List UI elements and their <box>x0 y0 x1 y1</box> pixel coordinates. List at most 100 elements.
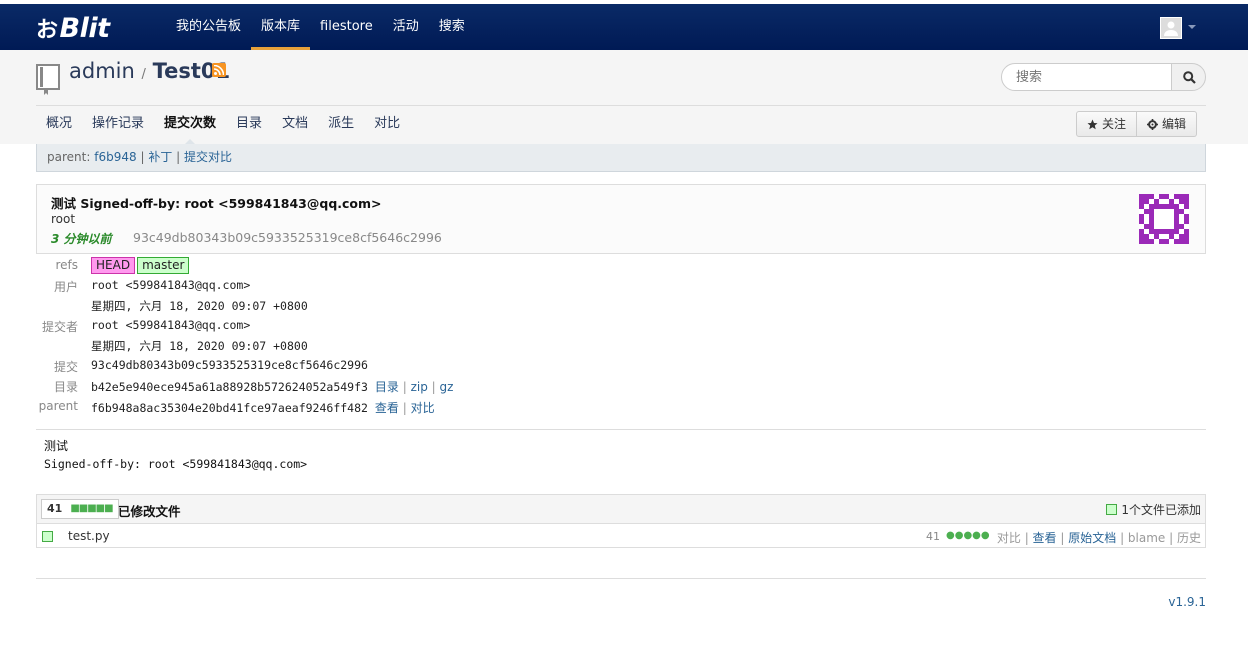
tree-value: b42e5e940ece945a61a88928b572624052a549f3… <box>91 380 454 394</box>
main-nav: 我的公告板 版本库 filestore 活动 搜索 <box>166 4 475 50</box>
tab-commits[interactable]: 提交次数 <box>154 110 226 145</box>
tab-docs[interactable]: 文档 <box>272 110 318 140</box>
file-lines-count: 41 <box>926 530 940 543</box>
watch-button[interactable]: 关注 <box>1076 111 1138 137</box>
files-added-text: 1个文件已添加 <box>1121 503 1201 517</box>
commit-header: 测试 Signed-off-by: root <599841843@qq.com… <box>36 184 1206 254</box>
tab-forks[interactable]: 派生 <box>318 110 364 140</box>
file-diffstat: 41 ●●●●● <box>926 530 990 543</box>
file-name-link[interactable]: test.py <box>68 529 110 543</box>
user-avatar[interactable] <box>1160 17 1182 39</box>
parent-compare-link[interactable]: 对比 <box>411 401 435 415</box>
repo-header: admin / Test01 概况 操作记录 提交次数 目录 文档 派生 对比 … <box>0 50 1248 145</box>
commit-label: 提交 <box>53 360 78 374</box>
file-diff-link[interactable]: 对比 <box>997 531 1021 545</box>
added-file-icon <box>42 531 53 542</box>
ref-badge-head[interactable]: HEAD <box>91 257 136 274</box>
parent-bar: parent: f6b948 | 补丁 | 提交对比 <box>36 144 1206 172</box>
commit-full-message: 测试 Signed-off-by: root <599841843@qq.com… <box>44 437 307 473</box>
search-input[interactable] <box>1001 63 1172 91</box>
watch-label: 关注 <box>1102 117 1127 131</box>
author-label: 用户 <box>53 280 78 294</box>
changed-files-panel: 41 ■■■■■ 已修改文件 1个文件已添加 test.py 41 ●●●●● … <box>36 494 1206 548</box>
changed-files-title: 已修改文件 <box>118 504 181 519</box>
author-identicon-avatar <box>1139 194 1189 244</box>
gz-link[interactable]: gz <box>440 380 454 394</box>
tree-label: 目录 <box>53 380 78 394</box>
gitblit-logo[interactable]: おBlit <box>36 12 110 44</box>
commit-message-title: 测试 <box>44 439 69 453</box>
repo-actions: 关注 编辑 <box>1076 111 1198 137</box>
footer-divider <box>36 578 1206 579</box>
star-icon <box>1087 119 1098 129</box>
version-label[interactable]: v1.9.1 <box>1168 595 1206 609</box>
tab-tree[interactable]: 目录 <box>226 110 272 140</box>
parent-value: f6b948a8ac35304e20bd41fce97aeaf9246ff482… <box>91 401 435 415</box>
repository-icon <box>36 64 60 95</box>
file-raw-link[interactable]: 原始文档 <box>1068 531 1116 545</box>
search-button[interactable] <box>1171 63 1206 91</box>
author-value[interactable]: root <599841843@qq.com> <box>91 278 250 292</box>
refs-value: HEAD master <box>91 257 191 274</box>
tree-sha: b42e5e940ece945a61a88928b572624052a549f3 <box>91 380 368 394</box>
tree-link[interactable]: 目录 <box>375 380 399 394</box>
added-square-icon <box>1106 504 1118 515</box>
committer-date: 星期四, 六月 18, 2020 09:07 +0800 <box>91 339 308 353</box>
parent-label: parent: <box>47 150 91 164</box>
files-added-summary: 1个文件已添加 <box>1106 501 1201 518</box>
diffstat-blocks: ■■■■■ <box>70 503 113 514</box>
file-blame-link[interactable]: blame <box>1128 531 1165 545</box>
edit-label: 编辑 <box>1162 117 1187 131</box>
search-icon <box>1183 71 1196 84</box>
search-form <box>1001 63 1206 91</box>
tab-summary[interactable]: 概况 <box>36 110 82 140</box>
nav-link-search[interactable]: 搜索 <box>429 4 475 50</box>
file-view-link[interactable]: 查看 <box>1033 531 1057 545</box>
lines-count: 41 <box>47 502 63 515</box>
zip-link[interactable]: zip <box>411 380 428 394</box>
parent-full-sha: f6b948a8ac35304e20bd41fce97aeaf9246ff482 <box>91 401 368 415</box>
user-menu-caret-icon[interactable] <box>1188 25 1196 29</box>
nav-link-repositories[interactable]: 版本库 <box>251 4 311 50</box>
file-diffstat-dots: ●●●●● <box>946 530 990 541</box>
table-row: test.py 41 ●●●●● 对比 | 查看 | 原始文档 | blame … <box>37 525 1205 548</box>
commit-full-sha: 93c49db80343b09c5933525319ce8cf5646c2996 <box>91 358 368 372</box>
top-navbar: おBlit 我的公告板 版本库 filestore 活动 搜索 <box>0 4 1248 50</box>
logo-mark: お <box>36 18 58 43</box>
parent-commit-link[interactable]: f6b948 <box>94 150 136 164</box>
header-divider <box>36 105 1206 106</box>
commit-relative-time: 3 分钟以前 <box>51 232 112 246</box>
changed-files-header: 41 ■■■■■ 已修改文件 1个文件已添加 <box>37 495 1205 524</box>
committer-label: 提交者 <box>41 320 78 334</box>
user-icon <box>1164 21 1178 36</box>
file-actions: 对比 | 查看 | 原始文档 | blame | 历史 <box>996 531 1201 545</box>
rss-feed-icon[interactable] <box>212 63 226 77</box>
patch-link[interactable]: 补丁 <box>148 150 172 164</box>
ref-badge-master[interactable]: master <box>137 257 190 274</box>
commit-sha: 93c49db80343b09c5933525319ce8cf5646c2996 <box>133 230 442 245</box>
repo-tabs: 概况 操作记录 提交次数 目录 文档 派生 对比 <box>36 110 410 145</box>
repo-title: admin / Test01 <box>69 59 230 83</box>
commit-author[interactable]: root <box>51 212 75 226</box>
file-history-link[interactable]: 历史 <box>1177 531 1201 545</box>
tab-compare[interactable]: 对比 <box>364 110 410 140</box>
parent-sep: | <box>140 150 145 164</box>
nav-link-filestore[interactable]: filestore <box>310 4 383 50</box>
parent-view-link[interactable]: 查看 <box>375 401 399 415</box>
parent-sep: | <box>176 150 181 164</box>
logo-text: Blit <box>59 13 111 44</box>
author-date: 星期四, 六月 18, 2020 09:07 +0800 <box>91 299 308 313</box>
refs-label: refs <box>55 258 78 272</box>
edit-button[interactable]: 编辑 <box>1137 111 1198 137</box>
commit-short-message: 测试 Signed-off-by: root <599841843@qq.com… <box>51 196 382 211</box>
details-divider <box>36 429 1206 430</box>
nav-link-dashboard[interactable]: 我的公告板 <box>166 4 251 50</box>
gear-icon <box>1147 118 1159 130</box>
commit-diff-link[interactable]: 提交对比 <box>184 150 232 164</box>
committer-value[interactable]: root <599841843@qq.com> <box>91 318 250 332</box>
repo-owner[interactable]: admin <box>69 59 135 83</box>
lines-changed-badge: 41 ■■■■■ <box>41 499 119 519</box>
tab-reflog[interactable]: 操作记录 <box>82 110 154 140</box>
nav-link-activity[interactable]: 活动 <box>383 4 429 50</box>
repo-path-separator: / <box>141 67 146 82</box>
